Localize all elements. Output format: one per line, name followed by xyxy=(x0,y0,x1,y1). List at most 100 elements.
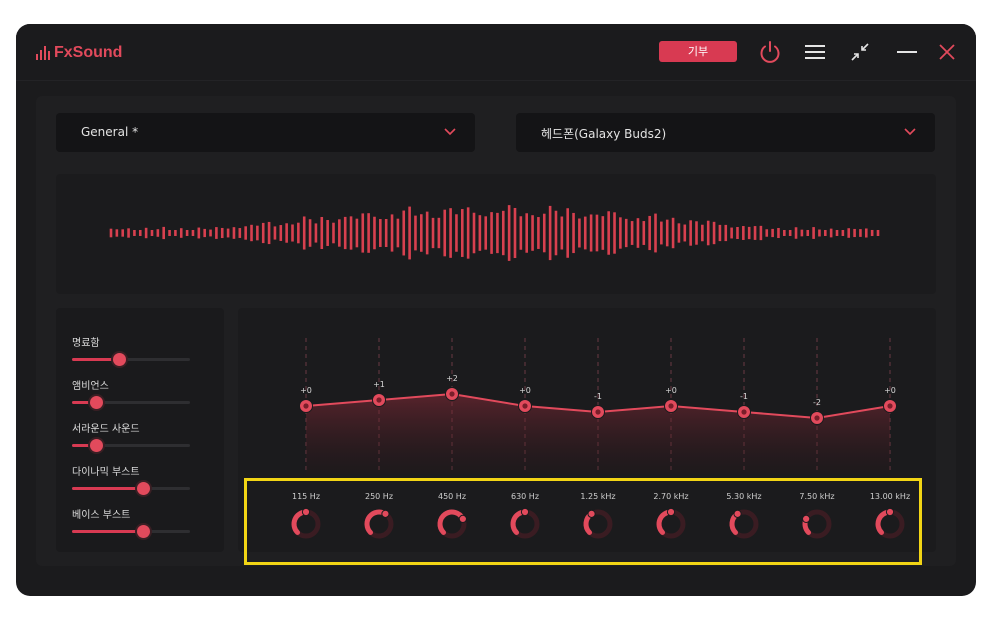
visualizer-bar xyxy=(244,226,247,240)
eq-gain-label: +0 xyxy=(665,386,677,395)
visualizer-bar xyxy=(800,229,804,237)
visualizer-bar xyxy=(402,210,406,256)
visualizer-bar xyxy=(554,210,558,256)
chevron-down-icon xyxy=(444,128,456,136)
eq-gain-label: -2 xyxy=(813,398,821,407)
visualizer-bar xyxy=(724,224,728,242)
visualizer-bar xyxy=(420,214,423,252)
effect-ambience-slider[interactable] xyxy=(72,396,190,409)
slider-handle[interactable] xyxy=(113,353,127,366)
visualizer-bar xyxy=(373,216,376,250)
visualizer-bar xyxy=(736,226,739,240)
effect-dynamic-boost: 다이나믹 부스트 xyxy=(72,463,192,501)
visualizer-bar xyxy=(349,216,353,250)
visualizer-bar xyxy=(203,228,206,238)
visualizer-bar xyxy=(343,216,347,250)
visualizer-bar xyxy=(513,207,517,259)
visualizer-bar xyxy=(595,214,599,252)
visualizer-bar xyxy=(414,215,417,251)
visualizer-bar xyxy=(408,206,411,260)
visualizer-bar xyxy=(818,229,821,237)
visualizer-bar xyxy=(806,230,810,236)
effect-clarity-slider[interactable] xyxy=(72,353,190,366)
effect-clarity: 명료함 xyxy=(72,334,192,372)
visualizer-bar xyxy=(677,223,681,243)
visualizer-bar xyxy=(812,227,815,239)
eq-gain-handle-center xyxy=(814,415,820,421)
visualizer-bar xyxy=(718,224,722,242)
eq-gain-label: -1 xyxy=(740,392,748,401)
eq-gain-handle-center xyxy=(449,391,455,397)
visualizer-bar xyxy=(654,213,657,253)
visualizer-bar xyxy=(390,214,394,252)
close-icon[interactable] xyxy=(933,38,961,66)
visualizer-bar xyxy=(701,224,704,242)
visualizer-bar xyxy=(519,216,523,250)
visualizer-bar xyxy=(332,222,335,244)
visualizer-bar xyxy=(209,229,212,237)
visualizer-bar xyxy=(384,218,388,248)
visualizer-bar xyxy=(660,221,663,245)
effect-bass-boost-slider[interactable] xyxy=(72,525,190,538)
visualizer-bar xyxy=(765,229,769,237)
visualizer-bar xyxy=(619,217,622,249)
visualizer-bar xyxy=(783,230,786,236)
effect-dynamic-boost-slider[interactable] xyxy=(72,482,190,495)
preset-value: General * xyxy=(81,125,139,139)
visualizer-bar xyxy=(197,227,201,239)
logo-bars-icon xyxy=(36,46,50,60)
visualizer-bar xyxy=(250,224,253,242)
visualizer-bar xyxy=(127,228,130,238)
power-icon[interactable] xyxy=(756,38,784,66)
chevron-down-icon xyxy=(904,128,916,136)
eq-gain-label: +0 xyxy=(519,386,531,395)
visualizer-bar xyxy=(437,217,441,249)
visualizer-bar xyxy=(706,220,710,246)
eq-gain-label: +1 xyxy=(373,380,385,389)
slider-handle[interactable] xyxy=(89,439,103,452)
visualizer-bar xyxy=(179,228,183,238)
minimize-icon[interactable] xyxy=(893,38,921,66)
visualizer-bar xyxy=(326,220,329,246)
visualizer-bar xyxy=(601,216,605,250)
menu-icon[interactable] xyxy=(801,38,829,66)
visualizer-bar xyxy=(624,218,628,248)
slider-handle[interactable] xyxy=(136,482,150,495)
visualizer-bar xyxy=(642,221,646,245)
visualizer-bar xyxy=(466,207,470,259)
output-device-dropdown[interactable]: 헤드폰(Galaxy Buds2) xyxy=(516,113,935,152)
effect-bass-boost: 베이스 부스트 xyxy=(72,506,192,544)
visualizer-bar xyxy=(138,230,142,236)
visualizer-bar xyxy=(232,227,236,239)
visualizer-bar xyxy=(794,227,798,239)
slider-handle[interactable] xyxy=(89,396,103,409)
visualizer-bar xyxy=(824,230,827,236)
visualizer-bar xyxy=(308,219,312,247)
eq-gain-handle-center xyxy=(741,409,747,415)
visualizer-bar xyxy=(425,211,429,255)
donate-button[interactable]: 기부 xyxy=(659,41,737,62)
visualizer-bar xyxy=(484,216,488,250)
preset-dropdown[interactable]: General * xyxy=(56,113,475,152)
minimize-to-tray-icon[interactable] xyxy=(846,38,874,66)
visualizer-bar xyxy=(542,213,546,253)
slider-handle[interactable] xyxy=(136,525,150,538)
visualizer-bar xyxy=(665,219,669,247)
visualizer-bar xyxy=(460,209,464,257)
visualizer-bar xyxy=(156,229,160,237)
visualizer-bar xyxy=(121,229,125,237)
visualizer-bar xyxy=(297,222,300,244)
visualizer-bar xyxy=(379,219,382,247)
visualizer-bar xyxy=(449,208,452,258)
visualizer-bar xyxy=(689,220,692,246)
effect-surround-slider[interactable] xyxy=(72,439,190,452)
visualizer-bar xyxy=(256,225,259,241)
eq-band-highlight xyxy=(244,478,922,565)
visualizer-bar xyxy=(162,226,165,240)
visualizer-bar xyxy=(150,230,154,236)
visualizer-bar xyxy=(185,230,189,236)
visualizer-bar xyxy=(630,221,634,245)
visualizer-bar xyxy=(115,229,119,237)
visualizer-bar xyxy=(583,216,587,250)
visualizer-bar xyxy=(174,230,177,236)
